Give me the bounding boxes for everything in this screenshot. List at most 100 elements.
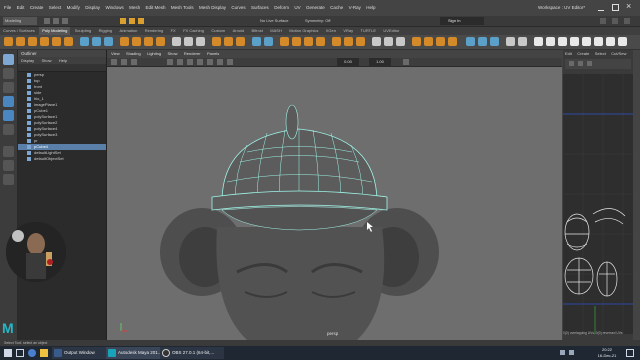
collapse-icon[interactable] [292,37,301,46]
merge-icon[interactable] [304,37,313,46]
uv-tool-1-icon[interactable] [534,37,543,46]
panel-menu-lighting[interactable]: Lighting [147,50,161,58]
shadows-icon[interactable] [217,59,223,65]
smooth-icon[interactable] [104,37,113,46]
shelf-tab-bifrost[interactable]: Bifrost [249,27,266,35]
offset-icon[interactable] [264,37,273,46]
viewport-canvas[interactable]: persp [107,67,562,340]
menu-file[interactable]: File [4,0,11,16]
uv-editor-icon[interactable] [396,37,405,46]
menu-help[interactable]: Help [366,0,375,16]
uv-tool-7-icon[interactable] [606,37,615,46]
single-perspective-icon[interactable] [3,146,14,157]
menu-modify[interactable]: Modify [67,0,80,16]
auto-uv-icon[interactable] [384,37,393,46]
menu-uv[interactable]: UV [294,0,300,16]
select-tool-icon[interactable] [3,54,14,65]
attribute-editor-tab[interactable] [633,50,640,340]
mode-selector[interactable]: Modeling [3,17,37,25]
poly-cone-icon[interactable] [40,37,49,46]
lasso-tool-icon[interactable] [3,68,14,79]
menu-windows[interactable]: Windows [105,0,123,16]
four-view-icon[interactable] [3,160,14,171]
append-icon[interactable] [236,37,245,46]
menu-vray[interactable]: V-Ray [349,0,361,16]
folder-icon[interactable] [40,349,48,357]
menu-select[interactable]: Select [49,0,62,16]
bevel-icon[interactable] [144,37,153,46]
menu-edit-mesh[interactable]: Edit Mesh [146,0,166,16]
combine-icon[interactable] [80,37,89,46]
clock-time[interactable]: 20:22 [595,347,619,352]
uv-tool-6-icon[interactable] [594,37,603,46]
circularize-icon[interactable] [280,37,289,46]
shelf-tab-arnold[interactable]: Arnold [230,27,248,35]
bookmark-icon[interactable] [131,59,137,65]
outliner-menu-display[interactable]: Display [21,58,34,63]
shelf-tab-sculpting[interactable]: Sculpting [72,27,94,35]
move-tool-icon[interactable] [3,96,14,107]
camera-select-icon[interactable] [111,59,117,65]
poke-icon[interactable] [344,37,353,46]
poly-torus-icon[interactable] [52,37,61,46]
poly-cube-icon[interactable] [16,37,25,46]
paint-select-icon[interactable] [3,82,14,93]
uv-tool-5-icon[interactable] [582,37,591,46]
freeze-icon[interactable] [490,37,499,46]
fill-hole-icon[interactable] [224,37,233,46]
snap-grid-icon[interactable] [120,18,126,24]
menu-curves[interactable]: Curves [231,0,245,16]
layout-uv-icon[interactable] [448,37,457,46]
uv-tool-2-icon[interactable] [546,37,555,46]
bridge-icon[interactable] [132,37,141,46]
shelf-tab-custom[interactable]: Custom [208,27,228,35]
outliner-menu-help[interactable]: Help [59,58,67,63]
value-field-a[interactable]: 0.00 [337,58,359,66]
smooth-shade-icon[interactable] [187,59,193,65]
menu-deform[interactable]: Deform [274,0,289,16]
menu-surfaces[interactable]: Surfaces [251,0,269,16]
minimize-icon[interactable] [598,4,604,11]
extrude-icon[interactable] [120,37,129,46]
multi-cut-icon[interactable] [172,37,181,46]
panel-menu-shading[interactable]: Shading [126,50,141,58]
bool-icon[interactable] [156,37,165,46]
shelf-tab-xgen[interactable]: XGen [323,27,339,35]
menu-generate[interactable]: Generate [306,0,325,16]
planar-uv-icon[interactable] [372,37,381,46]
attribute-editor-icon[interactable] [624,18,630,24]
shelf-tab-fx[interactable]: FX [168,27,179,35]
unfold-uv-icon[interactable] [436,37,445,46]
shelf-tab-curves[interactable]: Curves / Surfaces [0,27,38,35]
menu-edit[interactable]: Edit [17,0,25,16]
uv-tool-4-icon[interactable] [570,37,579,46]
browser-icon[interactable] [28,349,36,357]
wedge-icon[interactable] [332,37,341,46]
value-field-b[interactable]: 1.00 [369,58,391,66]
shelf-tab-motion-graphics[interactable]: Motion Graphics [286,27,321,35]
shelf-tab-fx-caching[interactable]: FX Caching [180,27,207,35]
camera-attributes-icon[interactable] [121,59,127,65]
uv-menu-create[interactable]: Create [577,50,589,57]
save-scene-icon[interactable] [62,18,68,24]
shelf-tab-uveditor[interactable]: UVEditor [380,27,402,35]
channel-box-icon[interactable] [612,18,618,24]
uv-toolbar-icon[interactable] [578,61,583,66]
panel-menu-renderer[interactable]: Renderer [184,50,201,58]
menu-mesh[interactable]: Mesh [129,0,140,16]
wireframe-icon[interactable] [177,59,183,65]
soft-select-icon[interactable] [466,37,475,46]
open-scene-icon[interactable] [53,18,59,24]
target-weld-icon[interactable] [184,37,193,46]
shelf-tab-vray[interactable]: VRay [340,27,356,35]
symmetry-field[interactable]: Symmetry: Off [305,16,330,26]
rotate-tool-icon[interactable] [3,110,14,121]
panel-menu-view[interactable]: View [111,50,120,58]
delete-edge-icon[interactable] [316,37,325,46]
menu-create[interactable]: Create [30,0,44,16]
textured-icon[interactable] [197,59,203,65]
cut-uv-icon[interactable] [412,37,421,46]
poly-plane-icon[interactable] [64,37,73,46]
task-view-icon[interactable] [16,349,24,357]
new-scene-icon[interactable] [44,18,50,24]
